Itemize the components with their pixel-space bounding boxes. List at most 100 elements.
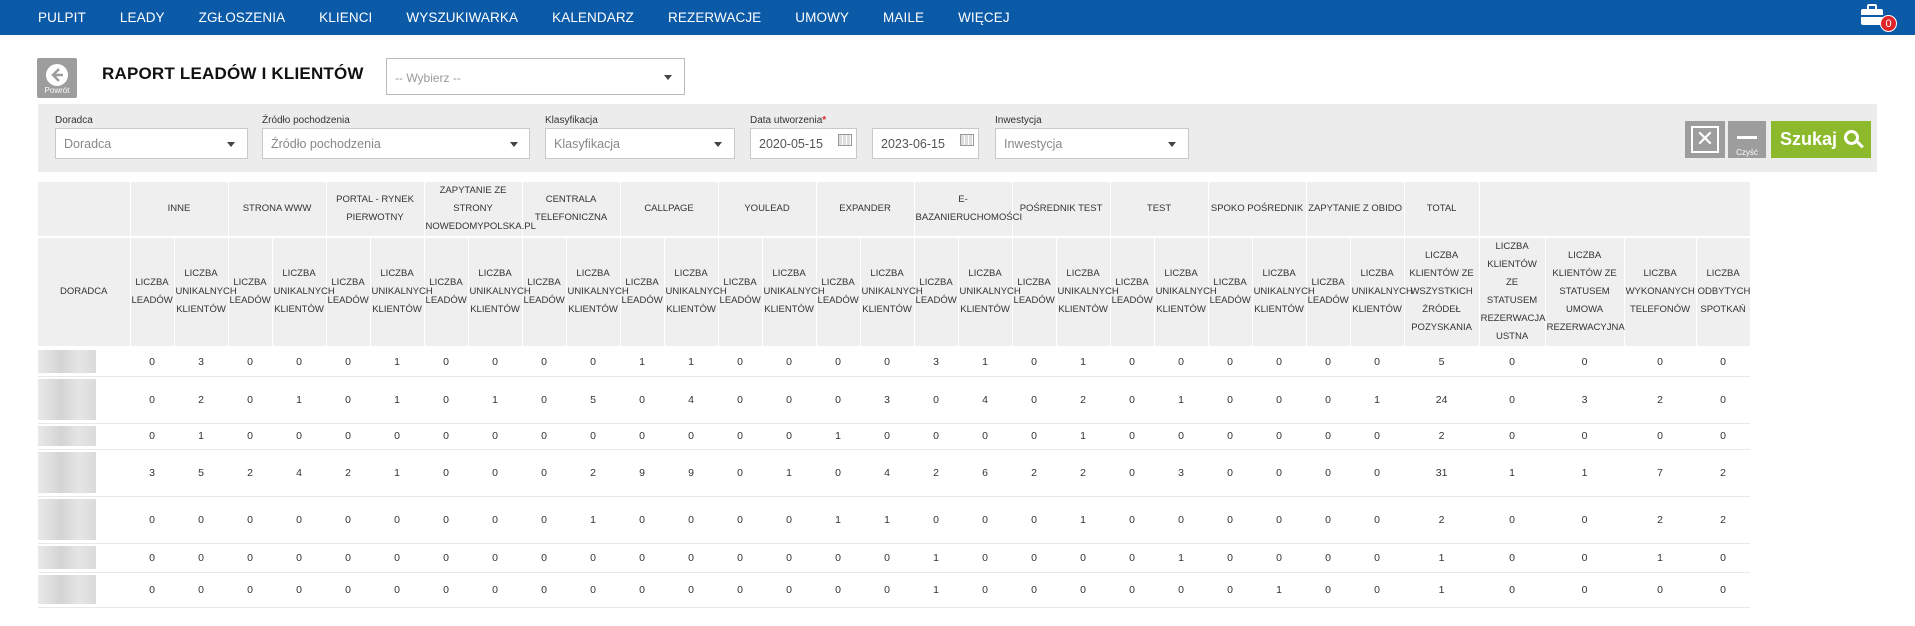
value-cell: 0 xyxy=(718,423,763,450)
value-cell: 0 xyxy=(1306,449,1351,497)
report-select[interactable]: -- Wybierz -- xyxy=(386,58,685,95)
value-cell: 5 xyxy=(1404,347,1480,377)
value-cell: 0 xyxy=(1479,376,1546,424)
value-cell: 0 xyxy=(1545,572,1625,608)
value-cell: 1 xyxy=(914,543,959,573)
value-cell: 0 xyxy=(1306,423,1351,450)
nav-item-4[interactable]: WYSZUKIWARKA xyxy=(406,10,518,25)
unique-clients-header: LICZBA UNIKALNYCH KLIENTÓW xyxy=(1154,237,1217,348)
value-cell: 0 xyxy=(914,376,959,424)
value-cell: 0 xyxy=(958,496,1013,544)
leads-count-header: LICZBA LEADÓW xyxy=(718,237,763,348)
value-cell: 1 xyxy=(1154,376,1209,424)
unique-clients-header: LICZBA UNIKALNYCH KLIENTÓW xyxy=(566,237,629,348)
value-cell: 0 xyxy=(272,496,327,544)
nav-item-6[interactable]: REZERWACJE xyxy=(668,10,761,25)
value-cell: 0 xyxy=(816,543,861,573)
leads-count-header: LICZBA LEADÓW xyxy=(914,237,959,348)
export-excel-button[interactable]: ✕ xyxy=(1685,121,1725,158)
data-utworzenia-label: Data utworzenia* xyxy=(750,115,826,126)
advisor-name-redacted xyxy=(38,499,96,540)
value-cell: 1 xyxy=(1545,449,1625,497)
nav-item-5[interactable]: KALENDARZ xyxy=(552,10,634,25)
value-cell: 0 xyxy=(1012,423,1057,450)
value-cell: 1 xyxy=(762,449,817,497)
value-cell: 0 xyxy=(1208,449,1253,497)
value-cell: 0 xyxy=(522,543,567,573)
group-header-11: SPOKO POŚREDNIK xyxy=(1208,182,1307,238)
table-row: 0000000001000011000100000020022 xyxy=(38,496,1751,544)
value-cell: 0 xyxy=(1306,496,1351,544)
table-row: 0 2 0 1 0 1 0 1 0 5 0 4 0 0 0 3 0 4 0 2 0 1 0 0 0 1 24 0 3 2 0 xyxy=(38,376,1751,424)
value-cell: 3 xyxy=(174,347,229,377)
nav-item-0[interactable]: PULPIT xyxy=(38,10,86,25)
leads-count-header: LICZBA LEADÓW xyxy=(1306,237,1351,348)
advisor-cell[interactable] xyxy=(38,496,130,544)
zrodlo-select[interactable]: Źródło pochodzenia xyxy=(262,128,530,159)
clear-button[interactable]: Czyść xyxy=(1728,121,1766,158)
value-cell: 2 xyxy=(326,449,371,497)
date-from-input[interactable]: 2020-05-15 xyxy=(750,128,857,159)
top-nav-bar: PULPIT LEADY ZGŁOSZENIA KLIENCI WYSZUKIWARKA… xyxy=(0,0,1915,35)
value-cell: 4 xyxy=(272,449,327,497)
calendar-icon[interactable] xyxy=(960,134,974,146)
advisor-cell[interactable] xyxy=(38,423,130,450)
advisor-cell[interactable] xyxy=(38,449,130,497)
advisor-name-redacted xyxy=(38,350,96,374)
doradca-select[interactable]: Doradca xyxy=(55,128,248,159)
advisor-cell[interactable] xyxy=(38,543,130,573)
inwestycja-select[interactable]: Inwestycja xyxy=(995,128,1189,159)
value-cell: 0 xyxy=(424,449,469,497)
value-cell: 0 xyxy=(816,376,861,424)
nav-item-9[interactable]: WIĘCEJ xyxy=(958,10,1010,25)
nav-item-7[interactable]: UMOWY xyxy=(795,10,849,25)
group-header-8: E-BAZANIERUCHOMOŚCI xyxy=(914,182,1022,238)
value-cell: 0 xyxy=(424,423,469,450)
advisor-cell[interactable] xyxy=(38,347,130,377)
zrodlo-label: Źródło pochodzenia xyxy=(262,115,350,126)
leads-count-header: LICZBA LEADÓW xyxy=(816,237,861,348)
value-cell: 0 xyxy=(1479,572,1546,608)
cart-icon[interactable]: 0 xyxy=(1858,2,1898,32)
report-table-container[interactable]: INNE STRONA WWW PORTAL - RYNEK PIERWOTNY ZA… xyxy=(38,182,1915,626)
date-to-input[interactable]: 2023-06-15 xyxy=(872,128,979,159)
advisor-cell[interactable] xyxy=(38,376,130,424)
nav-item-2[interactable]: ZGŁOSZENIA xyxy=(199,10,286,25)
value-cell: 0 xyxy=(1252,376,1307,424)
value-cell: 0 xyxy=(762,543,817,573)
back-label: Powrót xyxy=(44,86,70,95)
value-cell: 0 xyxy=(228,423,273,450)
nav-item-1[interactable]: LEADY xyxy=(120,10,165,25)
value-cell: 0 xyxy=(130,543,174,573)
value-cell: 3 xyxy=(860,376,915,424)
value-cell: 0 xyxy=(1252,423,1307,450)
value-cell: 0 xyxy=(1696,376,1751,424)
klasyfikacja-label: Klasyfikacja xyxy=(545,115,598,126)
nav-item-3[interactable]: KLIENCI xyxy=(319,10,372,25)
value-cell: 5 xyxy=(174,449,229,497)
value-cell: 0 xyxy=(566,347,621,377)
klasyfikacja-select[interactable]: Klasyfikacja xyxy=(545,128,735,159)
value-cell: 0 xyxy=(860,543,915,573)
advisor-cell[interactable] xyxy=(38,572,130,608)
value-cell: 0 xyxy=(718,449,763,497)
back-button[interactable]: Powrót xyxy=(37,58,77,98)
chevron-down-icon xyxy=(510,142,518,147)
value-cell: 1 xyxy=(914,572,959,608)
value-cell: 0 xyxy=(424,543,469,573)
value-cell: 1 xyxy=(370,376,425,424)
value-cell: 1 xyxy=(1404,543,1480,573)
value-cell: 0 xyxy=(1350,423,1405,450)
nav-item-8[interactable]: MAILE xyxy=(883,10,924,25)
value-cell: 0 xyxy=(1012,572,1057,608)
value-cell: 0 xyxy=(272,572,327,608)
calendar-icon[interactable] xyxy=(838,134,852,146)
search-button[interactable]: Szukaj xyxy=(1771,121,1871,158)
total-sub-header-1: LICZBA KLIENTÓW ZE STATUSEM REZERWACJA U… xyxy=(1479,237,1546,348)
unique-clients-header: LICZBA UNIKALNYCH KLIENTÓW xyxy=(370,237,433,348)
value-cell: 0 xyxy=(1208,496,1253,544)
value-cell: 0 xyxy=(1624,572,1697,608)
value-cell: 0 xyxy=(174,572,229,608)
value-cell: 0 xyxy=(424,347,469,377)
value-cell: 0 xyxy=(664,496,719,544)
